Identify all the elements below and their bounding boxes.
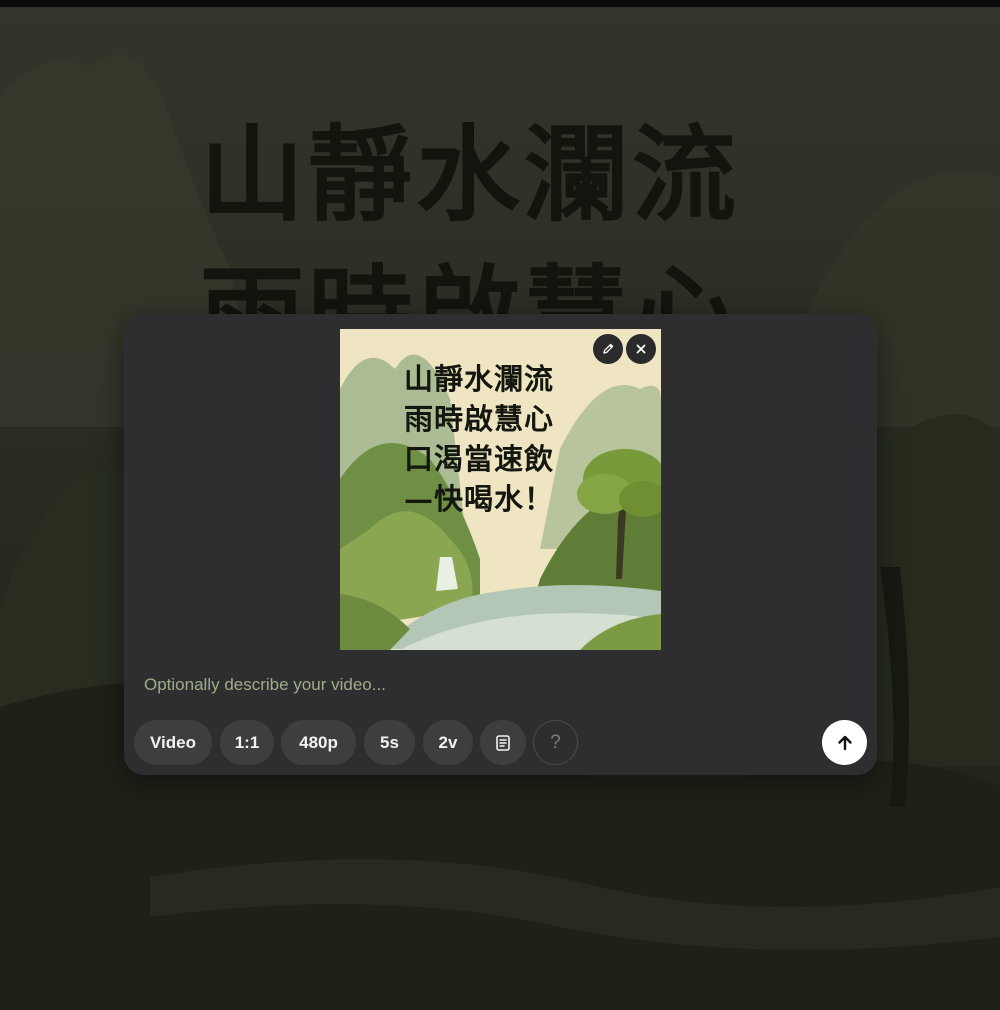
document-icon	[496, 734, 510, 751]
pencil-icon	[603, 343, 614, 354]
poem-line: 口渴當速飲	[404, 442, 555, 476]
duration-button[interactable]: 5s	[364, 720, 415, 765]
preset-button[interactable]	[480, 720, 526, 765]
arrow-up-icon	[837, 735, 852, 750]
poem-line: —快喝水！	[404, 482, 555, 516]
variants-button[interactable]: 2v	[423, 720, 473, 765]
aspect-ratio-button[interactable]: 1:1	[220, 720, 274, 765]
help-button[interactable]: ?	[533, 720, 578, 765]
close-icon	[636, 344, 646, 354]
poem-line: 雨時啟慧心	[404, 402, 555, 436]
top-bar	[0, 0, 1000, 7]
submit-button[interactable]	[822, 720, 867, 765]
poem-line: 山靜水瀾流	[404, 362, 555, 396]
remove-image-button[interactable]	[626, 334, 656, 364]
mode-selector-button[interactable]: Video	[134, 720, 212, 765]
poem-text: 山靜水瀾流 雨時啟慧心 口渴當速飲 —快喝水！	[404, 359, 554, 519]
video-description-input[interactable]	[144, 672, 844, 698]
edit-image-button[interactable]	[593, 334, 623, 364]
uploaded-image-preview: 山靜水瀾流 雨時啟慧心 口渴當速飲 —快喝水！	[340, 329, 661, 650]
resolution-button[interactable]: 480p	[281, 720, 356, 765]
video-composer-panel: 山靜水瀾流 雨時啟慧心 口渴當速飲 —快喝水！ Video 1:1 480p 5…	[124, 314, 877, 775]
